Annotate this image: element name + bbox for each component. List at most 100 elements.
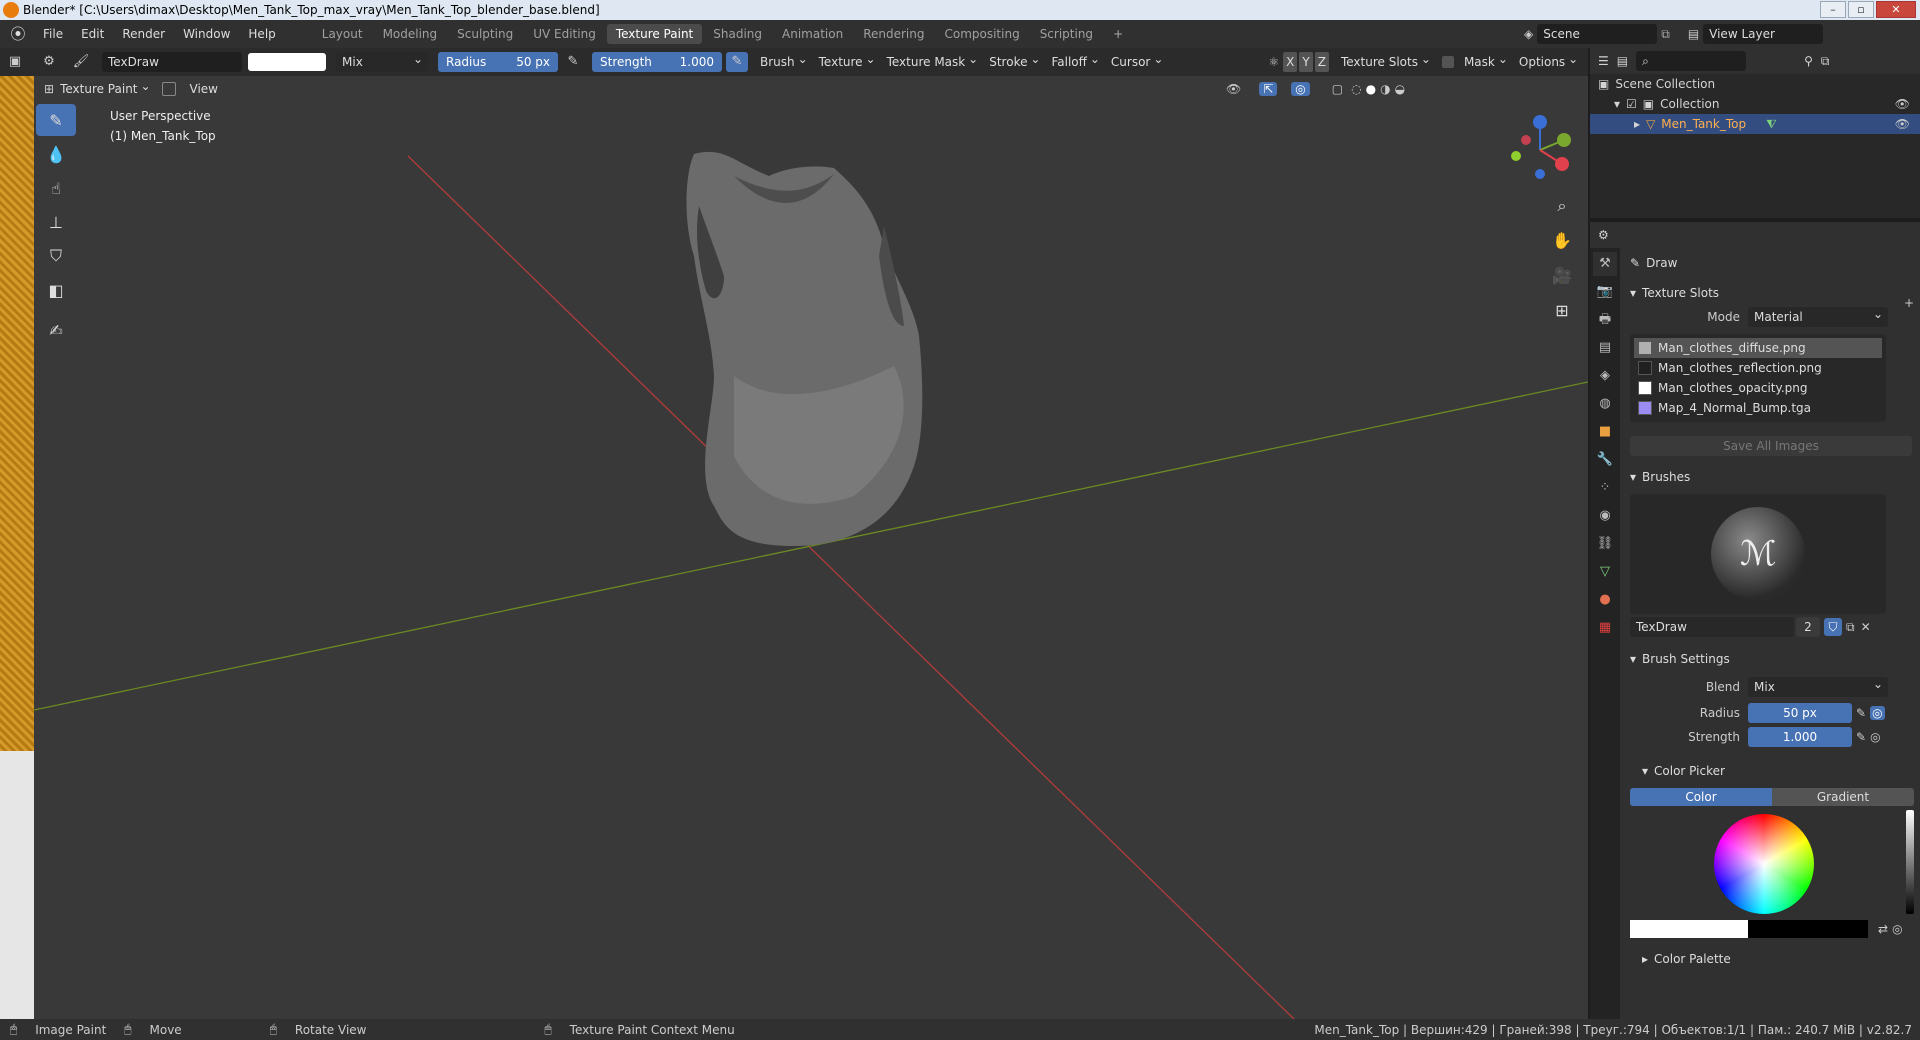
tab-layout[interactable]: Layout xyxy=(313,24,372,44)
falloff-menu[interactable]: Falloff xyxy=(1045,49,1104,72)
brushes-panel-header[interactable]: ▾ Brushes xyxy=(1624,464,1918,490)
unlink-brush-icon[interactable]: ✕ xyxy=(1861,620,1871,634)
maximize-button[interactable]: ▫ xyxy=(1848,1,1874,18)
editor-type-icon[interactable]: ▣ xyxy=(4,52,26,72)
menu-window[interactable]: Window xyxy=(174,20,239,48)
view-layer-icon[interactable]: ▤ xyxy=(1688,27,1699,41)
mode-dropdown[interactable]: Texture Paint xyxy=(54,76,155,99)
duplicate-brush-icon[interactable]: ⧉ xyxy=(1846,620,1855,635)
tool-settings-icon[interactable]: ⚙ xyxy=(38,52,60,72)
tab-sculpting[interactable]: Sculpting xyxy=(448,24,522,44)
texture-slots-panel-header[interactable]: ▾ Texture Slots xyxy=(1624,280,1918,306)
mask-menu[interactable]: Mask xyxy=(1458,49,1513,72)
mask-checkbox[interactable] xyxy=(1441,56,1454,68)
unified-color-icon[interactable]: ◎ xyxy=(1892,922,1902,936)
xray-icon[interactable]: ▢ xyxy=(1332,82,1343,96)
axis-x-toggle[interactable]: X xyxy=(1283,52,1298,72)
minimize-button[interactable]: – xyxy=(1820,1,1846,18)
tab-uv-editing[interactable]: UV Editing xyxy=(524,24,605,44)
texture-mask-menu[interactable]: Texture Mask xyxy=(881,49,984,72)
new-scene-icon[interactable]: ⧉ xyxy=(1661,27,1670,42)
outliner-search-input[interactable]: ⌕ xyxy=(1636,51,1747,71)
color-wheel[interactable] xyxy=(1714,814,1814,914)
outliner-object-row[interactable]: ▸ ▽ Men_Tank_Top ⧨ 👁 xyxy=(1590,114,1920,134)
axis-y-toggle[interactable]: Y xyxy=(1299,52,1313,72)
color-tab[interactable]: Color xyxy=(1630,788,1772,806)
brush-name-field[interactable]: TexDraw xyxy=(102,52,242,72)
navigation-gizmo[interactable] xyxy=(1500,110,1580,190)
render-tab-icon[interactable]: 📷 xyxy=(1593,280,1617,304)
pan-hand-icon[interactable]: ✋ xyxy=(1548,227,1576,255)
menu-edit[interactable]: Edit xyxy=(72,20,113,48)
tab-modeling[interactable]: Modeling xyxy=(374,24,447,44)
smear-tool[interactable]: ☝ xyxy=(36,172,76,204)
brush-color-swatch[interactable] xyxy=(248,53,326,71)
ortho-grid-icon[interactable]: ⊞ xyxy=(1548,297,1576,325)
scene-icon[interactable]: ◈ xyxy=(1524,27,1533,41)
eye-icon[interactable]: 👁 xyxy=(1895,114,1910,134)
tab-compositing[interactable]: Compositing xyxy=(935,24,1028,44)
mask-tool[interactable]: ◧ xyxy=(36,274,76,306)
view-menu[interactable]: View xyxy=(182,79,226,99)
outliner-collection[interactable]: ▾ ☑ ▣ Collection 👁 xyxy=(1590,94,1920,114)
blender-menu-icon[interactable]: ⦿ xyxy=(8,24,28,44)
brush-menu[interactable]: Brush xyxy=(754,49,813,72)
view-layer-tab-icon[interactable]: ▤ xyxy=(1593,336,1617,360)
tab-animation[interactable]: Animation xyxy=(773,24,852,44)
new-collection-icon[interactable]: ⧉ xyxy=(1821,54,1830,69)
brush-preview[interactable]: ℳ xyxy=(1630,494,1886,614)
overlay-icon[interactable]: ◎ xyxy=(1291,82,1310,96)
strength-pressure-icon[interactable]: ✎ xyxy=(1856,730,1866,744)
radius-pressure-icon[interactable]: ✎ xyxy=(562,52,584,72)
rendered-shading-icon[interactable]: ◒ xyxy=(1395,82,1405,96)
primary-color-swatch[interactable] xyxy=(1630,920,1748,938)
visibility-icon[interactable]: 👁 xyxy=(1226,82,1241,96)
output-tab-icon[interactable]: 🖶 xyxy=(1593,308,1617,332)
fill-tool[interactable]: ⛉ xyxy=(36,240,76,272)
camera-icon[interactable]: 🎥 xyxy=(1548,262,1576,290)
draw-tool[interactable]: ✎ xyxy=(36,104,76,136)
close-button[interactable]: ✕ xyxy=(1876,1,1916,18)
texture-slot-item[interactable]: Man_clothes_diffuse.png xyxy=(1634,338,1882,358)
texture-slots-menu[interactable]: Texture Slots xyxy=(1335,49,1436,72)
options-menu[interactable]: Options xyxy=(1513,49,1583,72)
tab-scripting[interactable]: Scripting xyxy=(1031,24,1102,44)
mesh-data-icon[interactable]: ⧨ xyxy=(1766,114,1777,134)
tab-texture-paint[interactable]: Texture Paint xyxy=(606,24,703,44)
expand-arrow-icon[interactable]: ▾ xyxy=(1614,94,1620,114)
zoom-icon[interactable]: ⌕ xyxy=(1548,192,1576,220)
checkbox-icon[interactable]: ☑ xyxy=(1626,94,1637,114)
solid-shading-icon[interactable]: ● xyxy=(1366,82,1376,96)
outliner-filter-mode-icon[interactable]: ▤ xyxy=(1617,54,1628,68)
texture-tab-icon[interactable]: ▦ xyxy=(1593,616,1617,640)
mask-toggle-icon[interactable] xyxy=(161,82,176,96)
texture-slot-item[interactable]: Man_clothes_reflection.png xyxy=(1634,358,1882,378)
menu-file[interactable]: File xyxy=(34,20,72,48)
wireframe-shading-icon[interactable]: ◌ xyxy=(1351,82,1361,96)
strength-unified-icon[interactable]: ◎ xyxy=(1870,730,1880,744)
add-slot-icon[interactable]: + xyxy=(1904,296,1914,310)
radius-pressure-icon[interactable]: ✎ xyxy=(1856,706,1866,720)
brush-settings-panel-header[interactable]: ▾ Brush Settings xyxy=(1624,646,1918,672)
outliner-scene-collection[interactable]: ▣ Scene Collection xyxy=(1590,74,1920,94)
texture-slot-item[interactable]: Man_clothes_opacity.png xyxy=(1634,378,1882,398)
tool-tab-icon[interactable]: ⚒ xyxy=(1593,252,1617,276)
swap-colors-icon[interactable]: ⇄ xyxy=(1878,922,1888,936)
3d-viewport[interactable]: ⊞ Texture Paint View 👁 ⇱ ◎ ▢ ◌ ● ◑ ◒ Use… xyxy=(34,76,1588,1019)
add-workspace-icon[interactable]: + xyxy=(1104,24,1132,44)
color-palette-panel-header[interactable]: ▸ Color Palette xyxy=(1624,946,1918,972)
soften-tool[interactable]: 💧 xyxy=(36,138,76,170)
data-tab-icon[interactable]: ▽ xyxy=(1593,560,1617,584)
material-tab-icon[interactable]: ● xyxy=(1593,588,1617,612)
outliner-display-icon[interactable]: ☰ xyxy=(1598,54,1609,68)
menu-help[interactable]: Help xyxy=(239,20,284,48)
menu-render[interactable]: Render xyxy=(113,20,174,48)
secondary-color-swatch[interactable] xyxy=(1748,920,1868,938)
color-picker-panel-header[interactable]: ▾ Color Picker xyxy=(1624,758,1918,784)
axis-z-toggle[interactable]: Z xyxy=(1314,52,1329,72)
stroke-menu[interactable]: Stroke xyxy=(983,49,1045,72)
physics-tab-icon[interactable]: ◉ xyxy=(1593,504,1617,528)
brush-name-field[interactable]: TexDraw xyxy=(1630,617,1794,637)
particles-tab-icon[interactable]: ⁘ xyxy=(1593,476,1617,500)
save-all-images-button[interactable]: Save All Images xyxy=(1630,436,1912,456)
